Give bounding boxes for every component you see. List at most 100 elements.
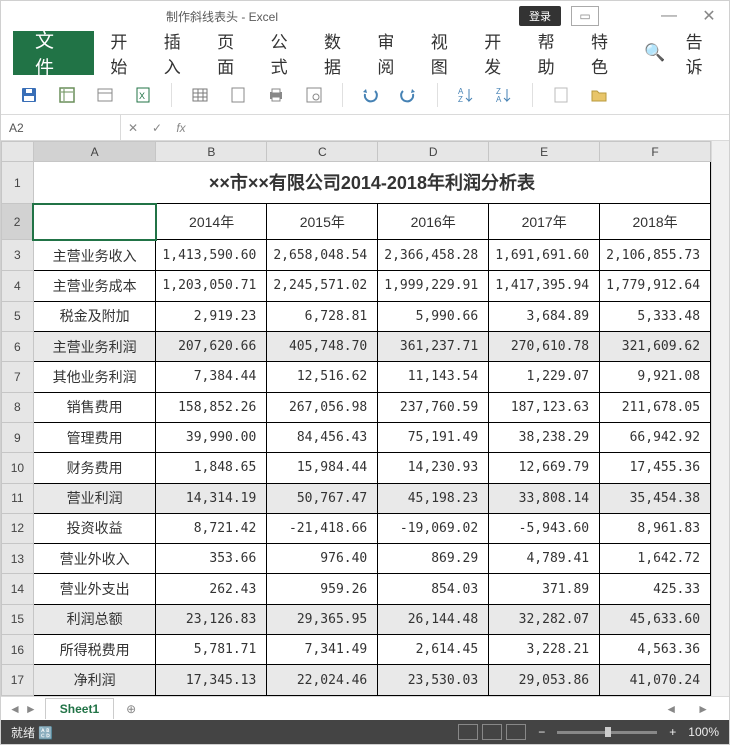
- data-cell[interactable]: 22,024.46: [267, 665, 378, 696]
- data-cell[interactable]: 262.43: [156, 574, 267, 604]
- data-cell[interactable]: 207,620.66: [156, 331, 267, 361]
- data-cell[interactable]: 869.29: [378, 544, 489, 574]
- data-cell[interactable]: 14,230.93: [378, 453, 489, 483]
- row-header-8[interactable]: 8: [2, 392, 34, 422]
- new-icon[interactable]: [228, 85, 248, 105]
- data-cell[interactable]: 2,245,571.02: [267, 271, 378, 301]
- data-cell[interactable]: 361,237.71: [378, 331, 489, 361]
- row-header-14[interactable]: 14: [2, 574, 34, 604]
- data-cell[interactable]: 84,456.43: [267, 422, 378, 452]
- minimize-button[interactable]: —: [649, 1, 689, 31]
- recent-icon[interactable]: [57, 85, 77, 105]
- data-cell[interactable]: 7,341.49: [267, 635, 378, 665]
- data-cell[interactable]: 75,191.49: [378, 422, 489, 452]
- data-cell[interactable]: 39,990.00: [156, 422, 267, 452]
- row-label[interactable]: 投资收益: [33, 513, 156, 543]
- year-2018[interactable]: 2018年: [600, 204, 711, 240]
- ribbon-display-options[interactable]: ▭: [571, 6, 599, 26]
- row-label[interactable]: 所得税费用: [33, 635, 156, 665]
- data-cell[interactable]: 959.26: [267, 574, 378, 604]
- data-cell[interactable]: 50,767.47: [267, 483, 378, 513]
- data-cell[interactable]: 17,455.36: [600, 453, 711, 483]
- view-normal-icon[interactable]: [458, 724, 478, 740]
- data-cell[interactable]: 425.33: [600, 574, 711, 604]
- year-2016[interactable]: 2016年: [378, 204, 489, 240]
- data-cell[interactable]: 1,691,691.60: [489, 240, 600, 271]
- row-header-4[interactable]: 4: [2, 271, 34, 301]
- row-label[interactable]: 主营业务利润: [33, 331, 156, 361]
- data-cell[interactable]: 5,990.66: [378, 301, 489, 331]
- vertical-scrollbar[interactable]: [711, 141, 729, 696]
- data-cell[interactable]: 3,684.89: [489, 301, 600, 331]
- name-box[interactable]: A2: [1, 115, 121, 140]
- data-cell[interactable]: 2,919.23: [156, 301, 267, 331]
- row-label[interactable]: 营业利润: [33, 483, 156, 513]
- sheet-nav-next-icon[interactable]: ►: [25, 702, 37, 716]
- row-header-10[interactable]: 10: [2, 453, 34, 483]
- zoom-in-button[interactable]: +: [669, 725, 676, 739]
- zoom-level[interactable]: 100%: [688, 725, 719, 739]
- data-cell[interactable]: 35,454.38: [600, 483, 711, 513]
- data-cell[interactable]: 12,669.79: [489, 453, 600, 483]
- cancel-formula-icon[interactable]: ✕: [121, 121, 145, 135]
- row-label[interactable]: 管理费用: [33, 422, 156, 452]
- data-cell[interactable]: 4,789.41: [489, 544, 600, 574]
- view-page-break-icon[interactable]: [506, 724, 526, 740]
- data-cell[interactable]: 854.03: [378, 574, 489, 604]
- preview-icon[interactable]: [304, 85, 324, 105]
- row-label[interactable]: 净利润: [33, 665, 156, 696]
- select-all-corner[interactable]: [2, 142, 34, 162]
- data-cell[interactable]: 2,366,458.28: [378, 240, 489, 271]
- data-cell[interactable]: 2,106,855.73: [600, 240, 711, 271]
- row-header-5[interactable]: 5: [2, 301, 34, 331]
- data-cell[interactable]: 371.89: [489, 574, 600, 604]
- undo-icon[interactable]: [361, 85, 381, 105]
- row-header-6[interactable]: 6: [2, 331, 34, 361]
- table-title[interactable]: ××市××有限公司2014-2018年利润分析表: [33, 162, 710, 204]
- row-label[interactable]: 销售费用: [33, 392, 156, 422]
- row-label[interactable]: 其他业务利润: [33, 362, 156, 392]
- fx-icon[interactable]: fx: [169, 121, 193, 135]
- col-header-b[interactable]: B: [156, 142, 267, 162]
- data-cell[interactable]: 29,365.95: [267, 604, 378, 634]
- data-cell[interactable]: 5,781.71: [156, 635, 267, 665]
- data-cell[interactable]: 1,848.65: [156, 453, 267, 483]
- zoom-slider[interactable]: [557, 731, 657, 734]
- col-header-e[interactable]: E: [489, 142, 600, 162]
- data-cell[interactable]: 270,610.78: [489, 331, 600, 361]
- data-cell[interactable]: 11,143.54: [378, 362, 489, 392]
- data-cell[interactable]: 1,642.72: [600, 544, 711, 574]
- row-header-11[interactable]: 11: [2, 483, 34, 513]
- print-icon[interactable]: [266, 85, 286, 105]
- sort-asc-icon[interactable]: AZ: [456, 85, 476, 105]
- data-cell[interactable]: 405,748.70: [267, 331, 378, 361]
- data-cell[interactable]: 6,728.81: [267, 301, 378, 331]
- redo-icon[interactable]: [399, 85, 419, 105]
- row-label[interactable]: 主营业务收入: [33, 240, 156, 271]
- hscroll-right-icon[interactable]: ►: [697, 702, 709, 716]
- close-button[interactable]: ✕: [689, 1, 729, 31]
- data-cell[interactable]: 187,123.63: [489, 392, 600, 422]
- sheet-nav-prev-icon[interactable]: ◄: [9, 702, 21, 716]
- data-cell[interactable]: 66,942.92: [600, 422, 711, 452]
- data-cell[interactable]: 15,984.44: [267, 453, 378, 483]
- row-header-17[interactable]: 17: [2, 665, 34, 696]
- open-db-icon[interactable]: [95, 85, 115, 105]
- data-cell[interactable]: -21,418.66: [267, 513, 378, 543]
- data-cell[interactable]: 41,070.24: [600, 665, 711, 696]
- data-cell[interactable]: 3,228.21: [489, 635, 600, 665]
- data-cell[interactable]: -19,069.02: [378, 513, 489, 543]
- data-cell[interactable]: 1,203,050.71: [156, 271, 267, 301]
- row-label[interactable]: 财务费用: [33, 453, 156, 483]
- row-header-1[interactable]: 1: [2, 162, 34, 204]
- year-2014[interactable]: 2014年: [156, 204, 267, 240]
- data-cell[interactable]: 1,999,229.91: [378, 271, 489, 301]
- row-header-16[interactable]: 16: [2, 635, 34, 665]
- data-cell[interactable]: 17,345.13: [156, 665, 267, 696]
- col-header-a[interactable]: A: [33, 142, 156, 162]
- data-cell[interactable]: 7,384.44: [156, 362, 267, 392]
- spreadsheet-grid[interactable]: A B C D E F 1 ××市××有限公司2014-2018年利润分析表 2…: [1, 141, 711, 696]
- data-cell[interactable]: 1,229.07: [489, 362, 600, 392]
- enter-formula-icon[interactable]: ✓: [145, 121, 169, 135]
- row-label[interactable]: 营业外收入: [33, 544, 156, 574]
